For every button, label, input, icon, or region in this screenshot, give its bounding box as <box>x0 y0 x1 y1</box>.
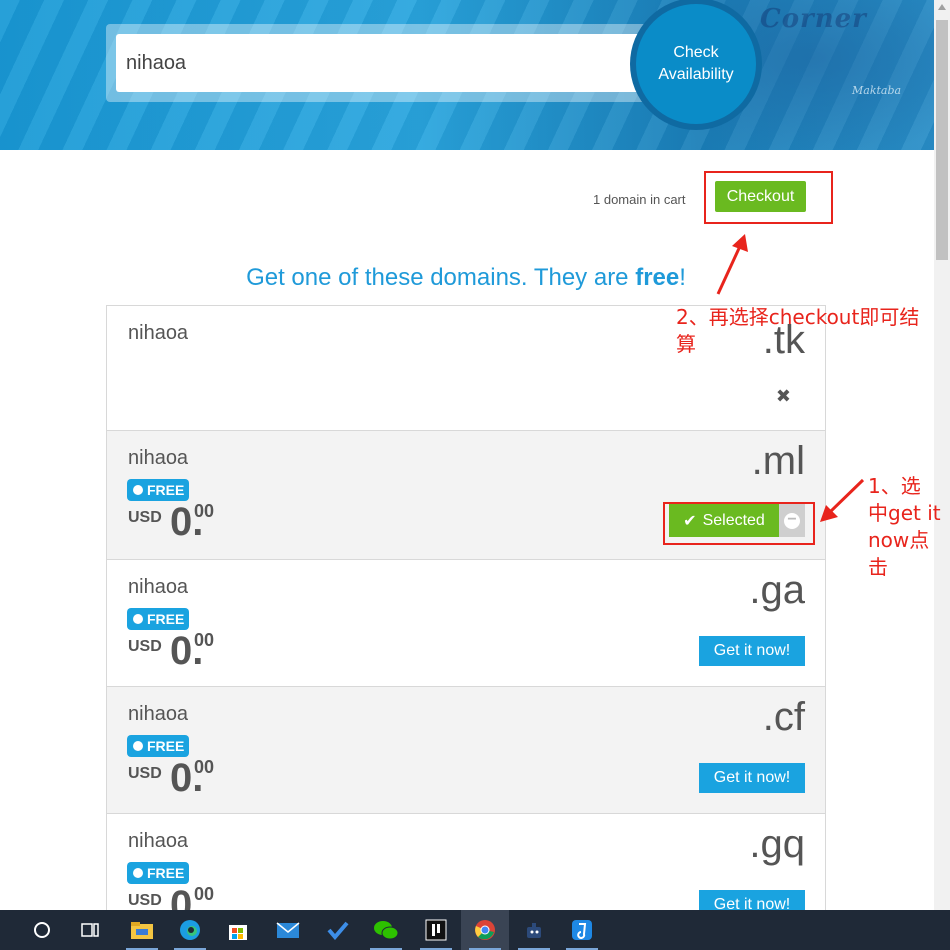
toggle-dot-icon <box>133 614 143 624</box>
file-explorer-icon <box>131 922 153 939</box>
annotation-step1-line2: 中get it <box>868 501 941 525</box>
free-badge: FREE <box>127 608 189 630</box>
domain-name: nihaoa <box>128 830 189 852</box>
chrome-icon <box>475 920 495 940</box>
taskbar-app[interactable] <box>510 910 558 950</box>
price-decimal: 00 <box>194 757 215 777</box>
free-badge: FREE <box>127 479 189 501</box>
annotation-step1-line4: 击 <box>868 555 888 579</box>
domain-name: nihaoa <box>128 447 189 469</box>
task-view-button[interactable] <box>66 910 114 950</box>
selected-highlight-box <box>663 502 815 545</box>
toggle-dot-icon <box>133 485 143 495</box>
cortana-button[interactable] <box>18 910 66 950</box>
price-currency: USD <box>128 509 162 526</box>
domain-row-gq: nihaoa .gq FREE USD 0. 00 Get it now! <box>106 814 826 927</box>
remove-icon[interactable]: ✖ <box>776 386 791 407</box>
scroll-thumb[interactable] <box>936 20 948 260</box>
wechat-icon <box>374 921 399 940</box>
banner-signage-small: Maktaba <box>852 84 902 97</box>
mail-icon <box>276 922 300 938</box>
banner-signage: Corner <box>760 4 867 34</box>
checkout-highlight-box <box>704 171 833 224</box>
taskbar-dingtalk[interactable] <box>558 910 606 950</box>
arrow-to-selected-icon <box>820 478 865 522</box>
domain-name: nihaoa <box>128 703 189 725</box>
free-domains-headline: Get one of these domains. They are free! <box>106 264 826 292</box>
task-view-icon <box>81 923 99 937</box>
store-icon <box>229 925 247 940</box>
annotation-step2: 2、再选择checkout即可结 算 <box>676 304 919 358</box>
taskbar-todo[interactable] <box>314 910 362 950</box>
free-badge-label: FREE <box>147 611 185 627</box>
taskbar-wechat[interactable] <box>362 910 410 950</box>
free-badge: FREE <box>127 735 189 757</box>
edge-icon <box>180 920 200 940</box>
domain-search-input[interactable]: nihaoa <box>116 34 656 92</box>
headline-prefix: Get one of these domains. They are <box>246 264 636 291</box>
free-badge-label: FREE <box>147 738 185 754</box>
annotation-step1: 1、选 中get it now点 击 <box>868 473 941 581</box>
price-currency: USD <box>128 638 162 655</box>
taskbar-store[interactable] <box>214 910 262 950</box>
taskbar-chrome[interactable] <box>461 910 509 950</box>
toggle-dot-icon <box>133 868 143 878</box>
search-bar: nihaoa <box>106 24 666 102</box>
taskbar-notion[interactable] <box>412 910 460 950</box>
domain-tld: .gq <box>749 822 805 866</box>
dingtalk-icon <box>572 920 592 940</box>
hero-banner: Corner Maktaba nihaoa Check Availability <box>0 0 934 150</box>
domain-tld: .ml <box>751 439 805 483</box>
price-decimal: 00 <box>194 884 215 904</box>
domain-row-cf: nihaoa .cf FREE USD 0. 00 Get it now! <box>106 687 826 814</box>
check-availability-label-line2: Availability <box>658 66 734 83</box>
domain-tld: .ga <box>749 568 805 612</box>
domain-name: nihaoa <box>128 322 189 344</box>
domain-name: nihaoa <box>128 576 189 598</box>
get-it-now-button[interactable]: Get it now! <box>699 636 805 666</box>
app-icon <box>527 923 541 938</box>
headline-suffix: ! <box>679 264 686 291</box>
domain-row-ga: nihaoa .ga FREE USD 0. 00 Get it now! <box>106 560 826 687</box>
annotation-step1-line3: now点 <box>868 528 930 552</box>
taskbar-mail[interactable] <box>264 910 312 950</box>
taskbar-edge[interactable] <box>166 910 214 950</box>
free-badge-label: FREE <box>147 482 185 498</box>
cart-count: 1 domain in cart <box>593 192 686 207</box>
domain-list: nihaoa .tk ✖ nihaoa .ml FREE USD 0. 00 ✔… <box>106 305 826 927</box>
page-scrollbar[interactable] <box>934 0 950 910</box>
check-availability-button[interactable]: Check Availability <box>636 4 756 124</box>
toggle-dot-icon <box>133 741 143 751</box>
cortana-icon <box>34 922 50 938</box>
free-badge: FREE <box>127 862 189 884</box>
windows-taskbar <box>0 910 950 950</box>
notion-icon <box>425 919 447 941</box>
annotation-step1-line1: 1、选 <box>868 474 921 498</box>
check-availability-label-line1: Check <box>673 44 719 61</box>
price-currency: USD <box>128 892 162 909</box>
price-decimal: 00 <box>194 630 215 650</box>
scroll-up-arrow-icon[interactable] <box>938 4 946 10</box>
annotation-step2-line1: 2、再选择checkout即可结 <box>676 305 920 329</box>
todo-icon <box>327 921 349 940</box>
headline-emphasis: free <box>635 264 680 291</box>
annotation-step2-line2: 算 <box>676 332 696 356</box>
get-it-now-button[interactable]: Get it now! <box>699 763 805 793</box>
taskbar-file-explorer[interactable] <box>118 910 166 950</box>
domain-tld: .cf <box>762 695 805 739</box>
price-currency: USD <box>128 765 162 782</box>
free-badge-label: FREE <box>147 865 185 881</box>
price-decimal: 00 <box>194 501 215 521</box>
